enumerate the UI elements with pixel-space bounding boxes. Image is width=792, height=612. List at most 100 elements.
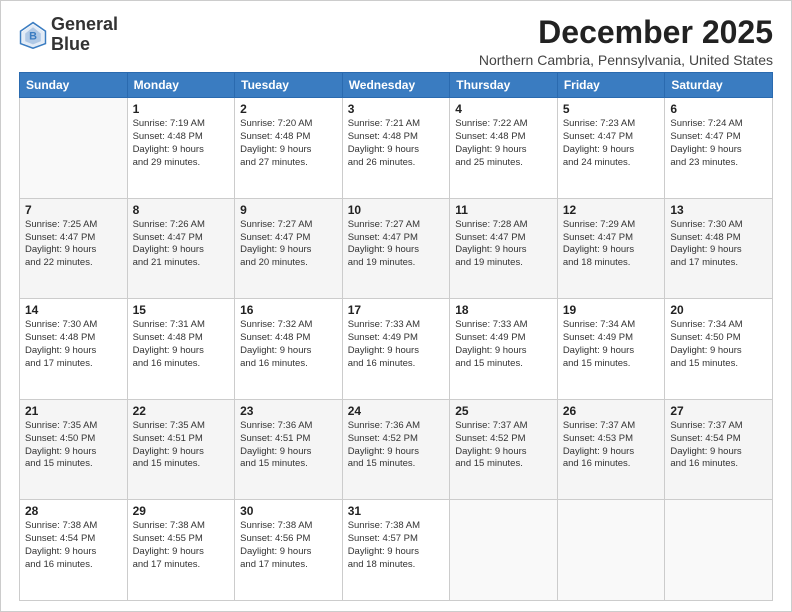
month-title: December 2025 (479, 15, 773, 50)
calendar-cell: 30Sunrise: 7:38 AMSunset: 4:56 PMDayligh… (235, 500, 343, 601)
day-info: Sunrise: 7:27 AMSunset: 4:47 PMDaylight:… (240, 219, 337, 270)
calendar-cell: 24 Sunrise: 7:36 AMSunset: 4:52 PMDayligh… (342, 399, 450, 500)
calendar-cell (557, 500, 665, 601)
title-block: December 2025 Northern Cambria, Pennsylv… (479, 15, 773, 68)
calendar-header-thursday: Thursday (450, 73, 558, 98)
calendar-header-saturday: Saturday (665, 73, 773, 98)
calendar-cell: 6Sunrise: 7:24 AMSunset: 4:47 PMDaylight… (665, 98, 773, 199)
day-number: 22 (133, 404, 230, 418)
calendar: SundayMondayTuesdayWednesdayThursdayFrid… (19, 72, 773, 601)
day-info: Sunrise: 7:30 AMSunset: 4:48 PMDaylight:… (25, 319, 122, 370)
day-info: Sunrise: 7:25 AMSunset: 4:47 PMDaylight:… (25, 219, 122, 270)
day-number: 13 (670, 203, 767, 217)
day-info: Sunrise: 7:38 AMSunset: 4:55 PMDaylight:… (133, 520, 230, 571)
calendar-cell: 13 Sunrise: 7:30 AMSunset: 4:48 PMDayligh… (665, 198, 773, 299)
day-number: 30 (240, 504, 337, 518)
day-number: 17 (348, 303, 445, 317)
calendar-cell: 8Sunrise: 7:26 AMSunset: 4:47 PMDaylight… (127, 198, 235, 299)
day-number: 8 (133, 203, 230, 217)
calendar-week-row: 14 Sunrise: 7:30 AMSunset: 4:48 PMDayligh… (20, 299, 773, 400)
calendar-week-row: 1 Sunrise: 7:19 AMSunset: 4:48 PMDaylight… (20, 98, 773, 199)
calendar-cell: 9 Sunrise: 7:27 AMSunset: 4:47 PMDaylight… (235, 198, 343, 299)
calendar-cell: 28Sunrise: 7:38 AMSunset: 4:54 PMDayligh… (20, 500, 128, 601)
calendar-cell: 18Sunrise: 7:33 AMSunset: 4:49 PMDayligh… (450, 299, 558, 400)
logo: B General Blue (19, 15, 118, 55)
day-number: 21 (25, 404, 122, 418)
day-number: 20 (670, 303, 767, 317)
header: B General Blue December 2025 Northern Ca… (19, 15, 773, 68)
calendar-cell: 7Sunrise: 7:25 AMSunset: 4:47 PMDaylight… (20, 198, 128, 299)
day-info: Sunrise: 7:37 AMSunset: 4:52 PMDaylight:… (455, 420, 552, 471)
calendar-week-row: 28Sunrise: 7:38 AMSunset: 4:54 PMDayligh… (20, 500, 773, 601)
day-info: Sunrise: 7:30 AMSunset: 4:48 PMDaylight:… (670, 219, 767, 270)
calendar-week-row: 7Sunrise: 7:25 AMSunset: 4:47 PMDaylight… (20, 198, 773, 299)
day-info: Sunrise: 7:20 AMSunset: 4:48 PMDaylight:… (240, 118, 337, 169)
day-info: Sunrise: 7:31 AMSunset: 4:48 PMDaylight:… (133, 319, 230, 370)
day-info: Sunrise: 7:34 AMSunset: 4:50 PMDaylight:… (670, 319, 767, 370)
day-info: Sunrise: 7:23 AMSunset: 4:47 PMDaylight:… (563, 118, 660, 169)
logo-line1: General (51, 15, 118, 35)
calendar-cell: 20 Sunrise: 7:34 AMSunset: 4:50 PMDayligh… (665, 299, 773, 400)
day-info: Sunrise: 7:38 AMSunset: 4:54 PMDaylight:… (25, 520, 122, 571)
day-number: 29 (133, 504, 230, 518)
calendar-cell: 15Sunrise: 7:31 AMSunset: 4:48 PMDayligh… (127, 299, 235, 400)
svg-text:B: B (29, 30, 37, 42)
day-info: Sunrise: 7:19 AMSunset: 4:48 PMDaylight:… (133, 118, 230, 169)
day-info: Sunrise: 7:32 AMSunset: 4:48 PMDaylight:… (240, 319, 337, 370)
calendar-cell: 17Sunrise: 7:33 AMSunset: 4:49 PMDayligh… (342, 299, 450, 400)
calendar-cell: 19 Sunrise: 7:34 AMSunset: 4:49 PMDayligh… (557, 299, 665, 400)
calendar-cell (665, 500, 773, 601)
calendar-cell: 29 Sunrise: 7:38 AMSunset: 4:55 PMDayligh… (127, 500, 235, 601)
day-info: Sunrise: 7:37 AMSunset: 4:53 PMDaylight:… (563, 420, 660, 471)
calendar-cell: 10Sunrise: 7:27 AMSunset: 4:47 PMDayligh… (342, 198, 450, 299)
day-number: 12 (563, 203, 660, 217)
page: B General Blue December 2025 Northern Ca… (0, 0, 792, 612)
day-info: Sunrise: 7:35 AMSunset: 4:51 PMDaylight:… (133, 420, 230, 471)
calendar-cell: 11 Sunrise: 7:28 AMSunset: 4:47 PMDayligh… (450, 198, 558, 299)
calendar-cell: 3 Sunrise: 7:21 AMSunset: 4:48 PMDaylight… (342, 98, 450, 199)
logo-line2: Blue (51, 35, 118, 55)
calendar-header-tuesday: Tuesday (235, 73, 343, 98)
day-number: 2 (240, 102, 337, 116)
day-number: 9 (240, 203, 337, 217)
day-number: 26 (563, 404, 660, 418)
calendar-cell: 26 Sunrise: 7:37 AMSunset: 4:53 PMDayligh… (557, 399, 665, 500)
day-number: 23 (240, 404, 337, 418)
day-number: 27 (670, 404, 767, 418)
day-number: 4 (455, 102, 552, 116)
day-number: 19 (563, 303, 660, 317)
calendar-cell: 16 Sunrise: 7:32 AMSunset: 4:48 PMDayligh… (235, 299, 343, 400)
day-info: Sunrise: 7:36 AMSunset: 4:52 PMDaylight:… (348, 420, 445, 471)
logo-icon: B (19, 21, 47, 49)
calendar-cell (20, 98, 128, 199)
day-number: 24 (348, 404, 445, 418)
calendar-cell (450, 500, 558, 601)
day-info: Sunrise: 7:35 AMSunset: 4:50 PMDaylight:… (25, 420, 122, 471)
day-info: Sunrise: 7:33 AMSunset: 4:49 PMDaylight:… (455, 319, 552, 370)
day-info: Sunrise: 7:38 AMSunset: 4:57 PMDaylight:… (348, 520, 445, 571)
day-number: 14 (25, 303, 122, 317)
calendar-header-sunday: Sunday (20, 73, 128, 98)
calendar-cell: 14 Sunrise: 7:30 AMSunset: 4:48 PMDayligh… (20, 299, 128, 400)
day-number: 3 (348, 102, 445, 116)
day-number: 25 (455, 404, 552, 418)
calendar-cell: 27Sunrise: 7:37 AMSunset: 4:54 PMDayligh… (665, 399, 773, 500)
calendar-cell: 21 Sunrise: 7:35 AMSunset: 4:50 PMDayligh… (20, 399, 128, 500)
day-number: 6 (670, 102, 767, 116)
day-info: Sunrise: 7:34 AMSunset: 4:49 PMDaylight:… (563, 319, 660, 370)
day-number: 16 (240, 303, 337, 317)
day-number: 11 (455, 203, 552, 217)
calendar-cell: 25 Sunrise: 7:37 AMSunset: 4:52 PMDayligh… (450, 399, 558, 500)
logo-text: General Blue (51, 15, 118, 55)
day-info: Sunrise: 7:29 AMSunset: 4:47 PMDaylight:… (563, 219, 660, 270)
calendar-week-row: 21 Sunrise: 7:35 AMSunset: 4:50 PMDayligh… (20, 399, 773, 500)
day-number: 1 (133, 102, 230, 116)
day-info: Sunrise: 7:21 AMSunset: 4:48 PMDaylight:… (348, 118, 445, 169)
day-info: Sunrise: 7:28 AMSunset: 4:47 PMDaylight:… (455, 219, 552, 270)
location-title: Northern Cambria, Pennsylvania, United S… (479, 52, 773, 68)
day-info: Sunrise: 7:36 AMSunset: 4:51 PMDaylight:… (240, 420, 337, 471)
calendar-cell: 12 Sunrise: 7:29 AMSunset: 4:47 PMDayligh… (557, 198, 665, 299)
calendar-cell: 31Sunrise: 7:38 AMSunset: 4:57 PMDayligh… (342, 500, 450, 601)
calendar-cell: 22 Sunrise: 7:35 AMSunset: 4:51 PMDayligh… (127, 399, 235, 500)
calendar-cell: 2 Sunrise: 7:20 AMSunset: 4:48 PMDaylight… (235, 98, 343, 199)
